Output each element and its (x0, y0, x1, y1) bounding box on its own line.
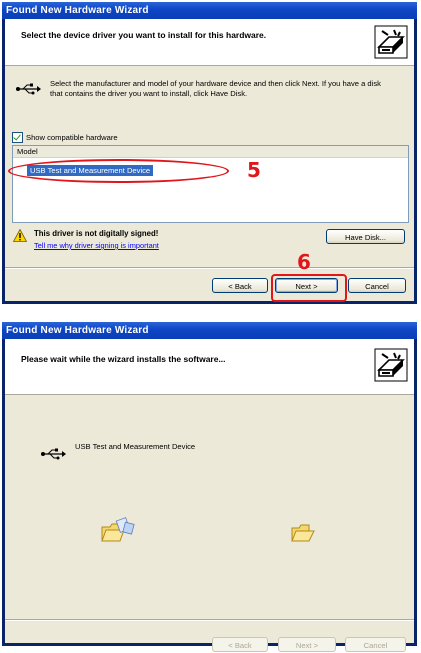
next-button[interactable]: Next > (275, 278, 338, 293)
checkbox-box[interactable] (12, 132, 23, 143)
have-disk-button[interactable]: Have Disk... (326, 229, 405, 244)
list-column-header: Model (13, 146, 408, 158)
show-compatible-checkbox[interactable]: Show compatible hardware (12, 132, 118, 143)
usb-icon (41, 448, 66, 460)
instructions-text: Select the manufacturer and model of you… (50, 79, 381, 98)
annotation-step-6: 6 (297, 250, 311, 274)
wizard-window-select-driver: Found New Hardware Wizard Select the dev… (2, 2, 417, 304)
window-title: Found New Hardware Wizard (2, 2, 417, 19)
page-title: Select the device driver you want to ins… (21, 30, 267, 40)
checkbox-label: Show compatible hardware (26, 133, 118, 142)
window-title: Found New Hardware Wizard (2, 322, 417, 339)
warning-icon (13, 229, 27, 242)
back-button[interactable]: < Back (212, 278, 268, 293)
cancel-button[interactable]: Cancel (348, 278, 406, 293)
annotation-step-5: 5 (247, 158, 261, 182)
dialog-body: Select the device driver you want to ins… (5, 19, 414, 302)
button-separator (5, 619, 414, 621)
dialog-body: Please wait while the wizard installs th… (5, 339, 414, 652)
button-separator (5, 267, 414, 269)
unsigned-driver-warning: This driver is not digitally signed! (34, 229, 159, 238)
device-name-label: USB Test and Measurement Device (75, 442, 196, 451)
wizard-hardware-icon (374, 25, 408, 59)
driver-signing-link[interactable]: Tell me why driver signing is important (34, 241, 159, 250)
wizard-header: Please wait while the wizard installs th… (5, 339, 414, 395)
wizard-header: Select the device driver you want to ins… (5, 19, 414, 66)
wizard-window-installing: Found New Hardware Wizard Please wait wh… (2, 322, 417, 652)
page-title: Please wait while the wizard installs th… (21, 354, 226, 364)
wizard-hardware-icon (374, 348, 408, 382)
annotation-ellipse-model (8, 159, 229, 183)
model-listbox[interactable]: Model USB Test and Measurement Device (12, 145, 409, 223)
folder-icon (291, 524, 315, 542)
folder-flying-icon (101, 517, 135, 542)
usb-icon (16, 83, 41, 95)
